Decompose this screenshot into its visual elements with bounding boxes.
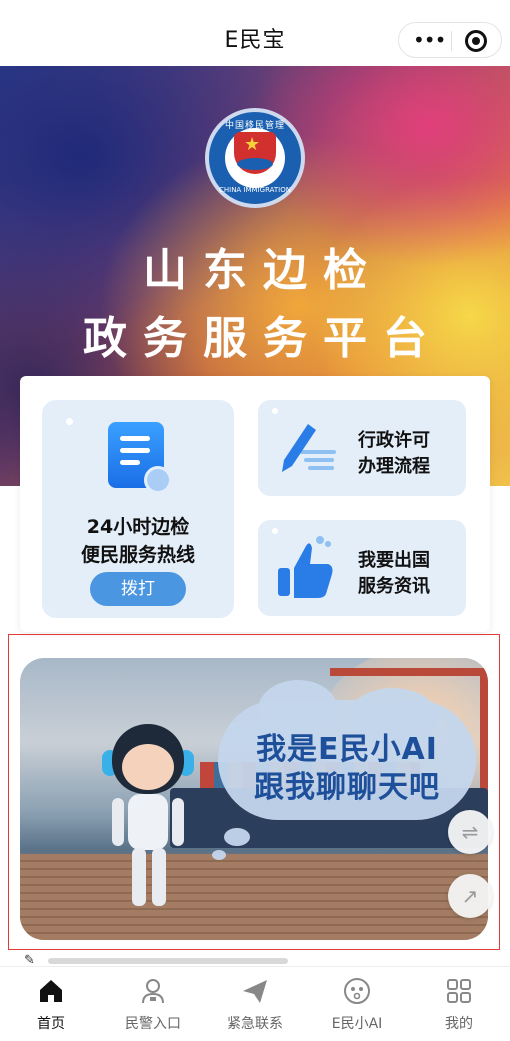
ai-face-icon xyxy=(344,978,370,1004)
emblem-bottom-text: CHINA IMMIGRATION xyxy=(218,186,291,194)
close-miniprogram-icon[interactable] xyxy=(465,30,487,52)
grid-icon xyxy=(447,979,471,1003)
permit-title-line1: 行政许可 xyxy=(358,430,430,451)
tab-ai[interactable]: E民小AI xyxy=(306,967,408,1041)
tab-label: 民警入口 xyxy=(125,1016,181,1032)
services-panel: 24小时边检 便民服务热线 拨打 行政许可 办理流程 我要出国 服务资讯 xyxy=(20,376,490,632)
share-icon[interactable]: ↗ xyxy=(448,874,492,918)
top-nav-bar: E民宝 ••• xyxy=(0,0,510,66)
ai-chat-banner[interactable]: 我是E民小AI 跟我聊聊天吧 xyxy=(20,658,488,940)
document-clock-icon xyxy=(108,422,172,494)
police-icon xyxy=(142,979,164,1004)
tab-label: 首页 xyxy=(37,1016,65,1032)
ai-greeting-line2: 跟我聊聊天吧 xyxy=(254,770,440,805)
hero-title-line2: 政务服务平台 xyxy=(83,313,443,364)
tab-mine[interactable]: 我的 xyxy=(408,967,510,1041)
miniprogram-capsule: ••• xyxy=(398,22,502,58)
capsule-divider xyxy=(451,31,452,51)
hotline-title-line1: 24小时边检 xyxy=(86,516,190,538)
tab-label: 我的 xyxy=(445,1016,473,1032)
permit-title-line2: 办理流程 xyxy=(358,456,430,477)
swap-icon[interactable]: ⇌ xyxy=(448,810,492,854)
hotline-card[interactable]: 24小时边检 便民服务热线 拨打 xyxy=(42,400,234,618)
tab-label: 紧急联系 xyxy=(227,1016,283,1032)
tab-home[interactable]: 首页 xyxy=(0,967,102,1041)
hotline-title-line2: 便民服务热线 xyxy=(80,544,195,566)
abroad-title-line1: 我要出国 xyxy=(358,550,430,571)
abroad-title-line2: 服务资讯 xyxy=(358,576,430,597)
tab-police-entry[interactable]: 民警入口 xyxy=(102,967,204,1041)
tab-label: E民小AI xyxy=(331,1016,383,1032)
paper-plane-icon xyxy=(243,980,267,1003)
dial-button[interactable]: 拨打 xyxy=(90,572,186,606)
ai-robot-mascot xyxy=(100,724,210,914)
tab-emergency-contact[interactable]: 紧急联系 xyxy=(204,967,306,1041)
home-icon xyxy=(40,980,62,1002)
wooden-deck-image xyxy=(20,854,488,940)
hero-title-line1: 山东边检 xyxy=(143,245,383,296)
thumbs-up-icon xyxy=(278,536,333,598)
more-options-icon[interactable]: ••• xyxy=(413,30,446,50)
china-immigration-emblem: 中国移民管理 ★ CHINA IMMIGRATION xyxy=(205,108,305,208)
pen-document-icon xyxy=(282,424,336,472)
abroad-info-card[interactable]: 我要出国 服务资讯 xyxy=(258,520,466,616)
permit-process-card[interactable]: 行政许可 办理流程 xyxy=(258,400,466,496)
bottom-tab-bar: 首页 民警入口 紧急联系 E民小AI 我的 xyxy=(0,966,510,1040)
